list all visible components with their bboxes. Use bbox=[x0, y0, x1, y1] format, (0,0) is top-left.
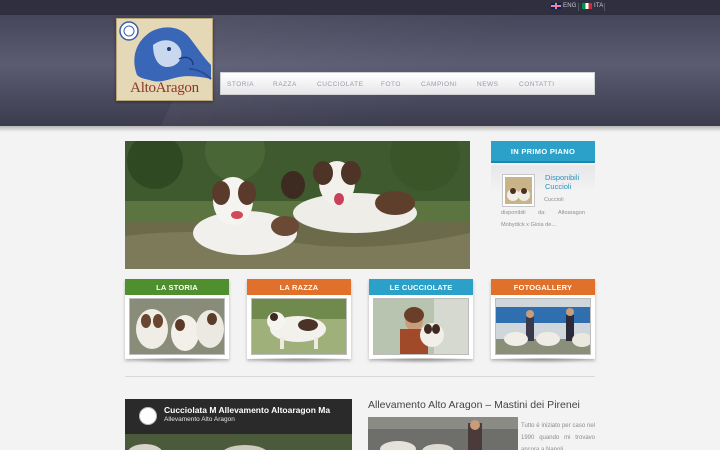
header-shadow bbox=[0, 126, 720, 132]
category-card-shadow bbox=[491, 358, 595, 364]
category-card-image bbox=[251, 298, 347, 355]
nav-item-campioni[interactable]: CAMPIONI bbox=[421, 81, 457, 88]
sidebar-post-excerpt: Cuccioli disponibili da: Altoaragon Moby… bbox=[501, 197, 585, 228]
category-card-razza[interactable]: LA RAZZA bbox=[247, 279, 351, 359]
category-card-shadow bbox=[247, 358, 351, 364]
dog-standing-photo bbox=[252, 299, 346, 354]
category-card-fotogallery[interactable]: FOTOGALLERY bbox=[491, 279, 595, 359]
language-eng-link[interactable]: ENG bbox=[551, 3, 577, 9]
language-eng-label: ENG bbox=[563, 3, 577, 9]
category-card-title: FOTOGALLERY bbox=[491, 279, 595, 295]
woman-with-puppy-photo bbox=[374, 299, 468, 354]
dogs-photo bbox=[130, 299, 224, 354]
video-title[interactable]: Cucciolata M Allevamento Altoaragon Ma bbox=[164, 405, 330, 415]
sidebar-heading: IN PRIMO PIANO bbox=[491, 141, 595, 163]
language-separator bbox=[604, 3, 605, 11]
site-logo[interactable]: AltoAragon bbox=[116, 18, 213, 101]
category-card-image bbox=[129, 298, 225, 355]
logo-text: AltoAragon bbox=[130, 80, 199, 96]
category-card-image bbox=[495, 298, 591, 355]
language-ita-label: ITA bbox=[594, 3, 604, 9]
category-card-shadow bbox=[369, 358, 473, 364]
nav-item-foto[interactable]: FOTO bbox=[381, 81, 401, 88]
category-card-title: LE CUCCIOLATE bbox=[369, 279, 473, 295]
category-card-title: LA STORIA bbox=[125, 279, 229, 295]
hero-slider-image[interactable] bbox=[125, 141, 470, 269]
language-ita-link[interactable]: ITA bbox=[582, 3, 604, 9]
article-excerpt: Tutto è iniziato per caso nel 1990 quand… bbox=[521, 423, 595, 450]
category-card-shadow bbox=[125, 358, 229, 364]
top-bar bbox=[0, 0, 720, 15]
category-card-title: LA RAZZA bbox=[247, 279, 351, 295]
italy-flag-icon bbox=[582, 3, 592, 9]
category-card-cucciolate[interactable]: LE CUCCIOLATE bbox=[369, 279, 473, 359]
section-divider bbox=[125, 376, 595, 377]
site-header bbox=[0, 15, 720, 126]
main-nav: STORIA RAZZA CUCCIOLATE FOTO CAMPIONI NE… bbox=[220, 72, 595, 95]
video-channel-name[interactable]: Allevamento Alto Aragon bbox=[164, 416, 235, 423]
nav-item-storia[interactable]: STORIA bbox=[227, 81, 254, 88]
sidebar-post-title[interactable]: Disponibili Cuccioli bbox=[545, 173, 593, 191]
channel-avatar[interactable] bbox=[139, 407, 157, 425]
uk-flag-icon bbox=[551, 3, 561, 9]
video-embed[interactable]: Cucciolata M Allevamento Altoaragon Ma A… bbox=[125, 399, 352, 450]
article-image bbox=[368, 417, 518, 450]
article-title: Allevamento Alto Aragon – Mastini dei Pi… bbox=[368, 399, 580, 411]
nav-item-contatti[interactable]: CONTATTI bbox=[519, 81, 555, 88]
category-card-storia[interactable]: LA STORIA bbox=[125, 279, 229, 359]
category-card-image bbox=[373, 298, 469, 355]
dog-show-photo bbox=[496, 299, 590, 354]
nav-item-cucciolate[interactable]: CUCCIOLATE bbox=[317, 81, 363, 88]
language-separator bbox=[578, 3, 579, 11]
kennel-photo bbox=[368, 417, 518, 450]
nav-item-news[interactable]: NEWS bbox=[477, 81, 499, 88]
hero-photo bbox=[125, 141, 470, 269]
nav-item-razza[interactable]: RAZZA bbox=[273, 81, 297, 88]
